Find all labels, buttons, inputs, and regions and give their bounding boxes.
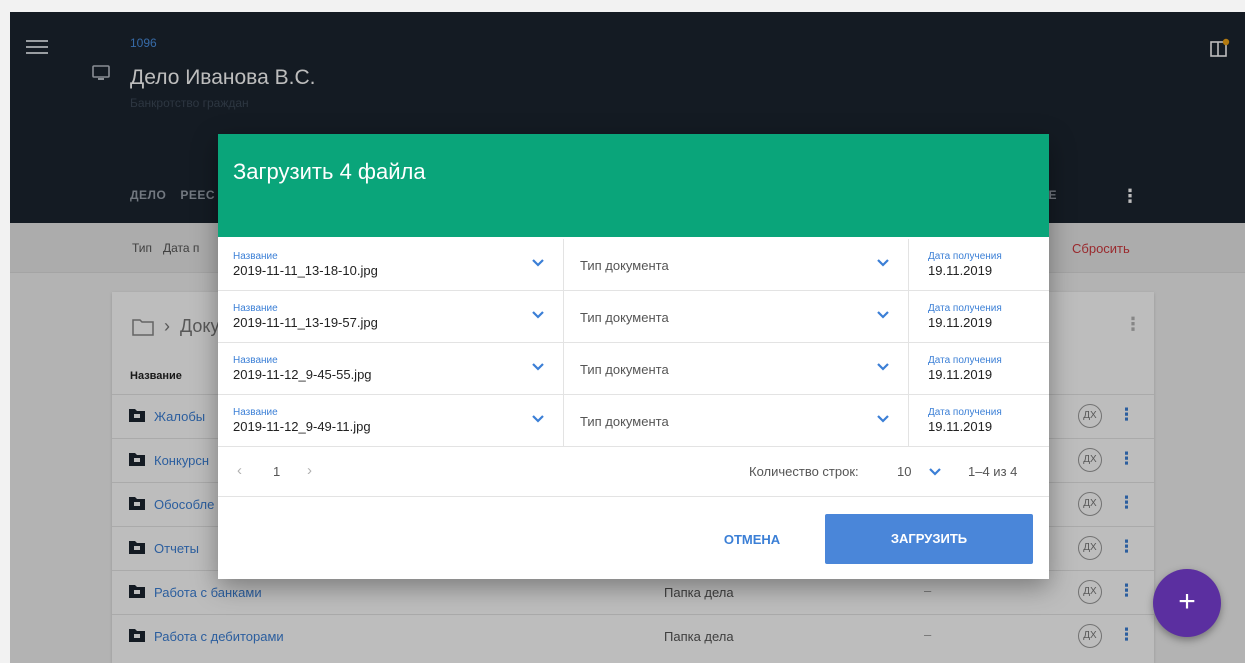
- page-range: 1–4 из 4: [968, 464, 1018, 479]
- chevron-down-icon[interactable]: [531, 414, 545, 424]
- received-date-label: Дата получения: [928, 407, 1002, 418]
- file-name-label: Название: [233, 407, 278, 418]
- rows-per-page-label: Количество строк:: [749, 464, 859, 479]
- document-type-placeholder: Тип документа: [580, 258, 669, 273]
- rows-per-page-value[interactable]: 10: [897, 464, 911, 479]
- received-date-label: Дата получения: [928, 303, 1002, 314]
- pagination-bar: ‹ 1 › Количество строк: 10 1–4 из 4: [218, 447, 1049, 497]
- prev-page-icon[interactable]: ‹: [237, 462, 242, 479]
- document-type-select[interactable]: Тип документа: [565, 395, 909, 447]
- file-name-select[interactable]: Название 2019-11-11_13-18-10.jpg: [218, 239, 564, 291]
- file-name-select[interactable]: Название 2019-11-12_9-49-11.jpg: [218, 395, 564, 447]
- file-name-value: 2019-11-12_9-45-55.jpg: [233, 367, 372, 382]
- file-name-label: Название: [233, 355, 278, 366]
- received-date-label: Дата получения: [928, 355, 1002, 366]
- received-date-field[interactable]: Дата получения 19.11.2019: [910, 239, 1049, 291]
- received-date-field[interactable]: Дата получения 19.11.2019: [910, 291, 1049, 343]
- file-name-select[interactable]: Название 2019-11-11_13-19-57.jpg: [218, 291, 564, 343]
- received-date-field[interactable]: Дата получения 19.11.2019: [910, 395, 1049, 447]
- upload-button[interactable]: ЗАГРУЗИТЬ: [825, 514, 1033, 564]
- received-date-value: 19.11.2019: [928, 315, 993, 330]
- received-date-value: 19.11.2019: [928, 263, 993, 278]
- chevron-down-icon[interactable]: [876, 258, 890, 268]
- received-date-value: 19.11.2019: [928, 419, 993, 434]
- add-fab-button[interactable]: +: [1153, 569, 1221, 637]
- next-page-icon[interactable]: ›: [307, 462, 312, 479]
- file-row: Название 2019-11-11_13-18-10.jpg Тип док…: [218, 239, 1049, 291]
- document-type-select[interactable]: Тип документа: [565, 239, 909, 291]
- document-type-placeholder: Тип документа: [580, 362, 669, 377]
- document-type-placeholder: Тип документа: [580, 310, 669, 325]
- dialog-header: Загрузить 4 файла: [218, 134, 1049, 237]
- cancel-button[interactable]: ОТМЕНА: [708, 515, 796, 565]
- received-date-value: 19.11.2019: [928, 367, 993, 382]
- document-type-placeholder: Тип документа: [580, 414, 669, 429]
- file-name-value: 2019-11-11_13-18-10.jpg: [233, 263, 378, 278]
- chevron-down-icon[interactable]: [876, 414, 890, 424]
- chevron-down-icon[interactable]: [928, 467, 942, 477]
- file-name-select[interactable]: Название 2019-11-12_9-45-55.jpg: [218, 343, 564, 395]
- document-type-select[interactable]: Тип документа: [565, 343, 909, 395]
- chevron-down-icon[interactable]: [876, 310, 890, 320]
- chevron-down-icon[interactable]: [531, 362, 545, 372]
- file-name-value: 2019-11-12_9-49-11.jpg: [233, 419, 371, 434]
- dialog-title: Загрузить 4 файла: [233, 159, 426, 184]
- received-date-field[interactable]: Дата получения 19.11.2019: [910, 343, 1049, 395]
- upload-dialog: Загрузить 4 файла Название 2019-11-11_13…: [218, 134, 1049, 579]
- received-date-label: Дата получения: [928, 251, 1002, 262]
- file-row: Название 2019-11-12_9-45-55.jpg Тип доку…: [218, 343, 1049, 395]
- chevron-down-icon[interactable]: [531, 258, 545, 268]
- file-name-value: 2019-11-11_13-19-57.jpg: [233, 315, 378, 330]
- document-type-select[interactable]: Тип документа: [565, 291, 909, 343]
- file-name-label: Название: [233, 251, 278, 262]
- chevron-down-icon[interactable]: [876, 362, 890, 372]
- chevron-down-icon[interactable]: [531, 310, 545, 320]
- file-row: Название 2019-11-12_9-49-11.jpg Тип доку…: [218, 395, 1049, 447]
- page-number[interactable]: 1: [273, 464, 280, 479]
- file-row: Название 2019-11-11_13-19-57.jpg Тип док…: [218, 291, 1049, 343]
- file-name-label: Название: [233, 303, 278, 314]
